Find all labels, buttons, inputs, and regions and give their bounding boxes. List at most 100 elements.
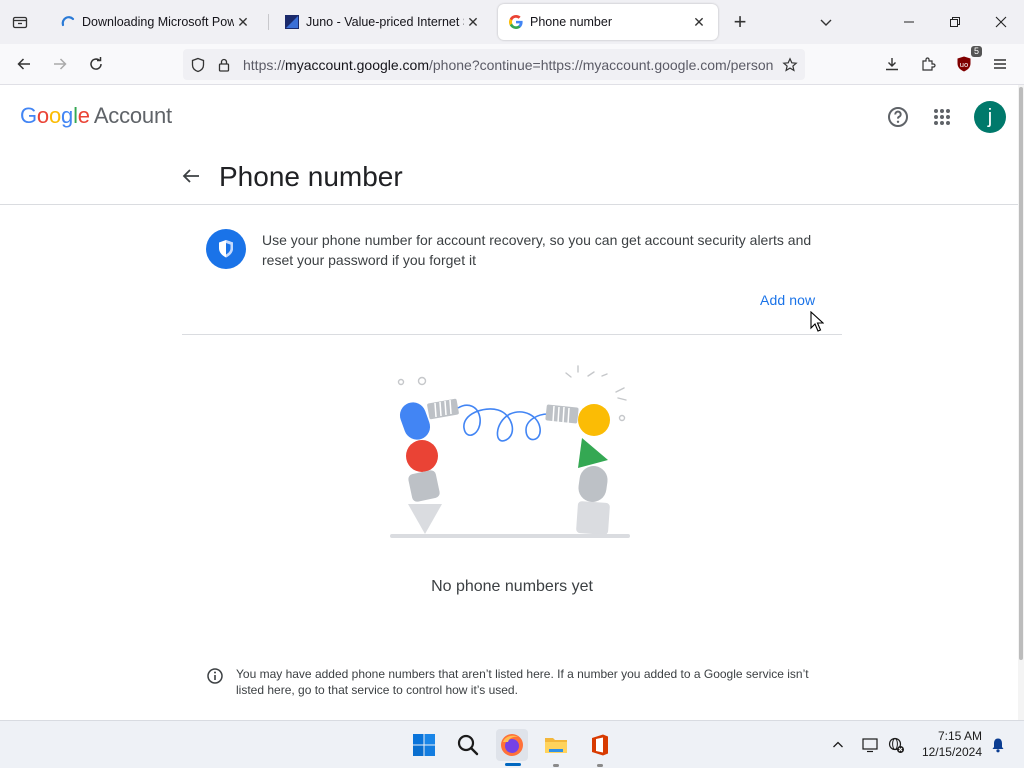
app-menu-button[interactable] [986, 50, 1014, 78]
file-explorer-running-indicator [553, 764, 559, 767]
monitor-icon [862, 738, 878, 753]
bookmark-star-icon[interactable] [779, 54, 801, 76]
close-tab-icon[interactable]: ✕ [234, 13, 252, 31]
ublock-origin-extension-button[interactable]: uo 5 [950, 46, 982, 78]
back-to-personal-info-button[interactable] [178, 163, 204, 189]
url-text[interactable]: https://myaccount.google.com/phone?conti… [243, 57, 773, 73]
tab-title: Phone number [530, 15, 613, 29]
page-title-bar: Phone number [0, 149, 1018, 205]
arrow-right-icon [54, 58, 67, 70]
apps-grid-icon [934, 109, 950, 125]
extensions-button[interactable] [914, 50, 942, 78]
close-tab-icon[interactable]: ✕ [464, 13, 482, 31]
tab-separator [268, 14, 269, 30]
minimize-icon [904, 21, 914, 23]
google-g-icon [508, 14, 524, 30]
restore-icon [950, 17, 960, 27]
notification-bell-icon [992, 738, 1004, 753]
start-button[interactable] [408, 729, 440, 761]
arrow-left-icon [17, 58, 30, 70]
tabs-dropdown-button[interactable] [814, 10, 838, 34]
tracking-protection-shield-icon[interactable] [187, 54, 209, 76]
page-scrollbar[interactable] [1018, 85, 1024, 720]
url-scheme: https:// [243, 56, 286, 73]
tab-juno[interactable]: Juno - Value-priced Internet Service ✕ [274, 4, 492, 40]
taskbar-clock[interactable]: 7:15 AM 12/15/2024 [912, 728, 982, 760]
footnote-text: You may have added phone numbers that ar… [236, 667, 809, 697]
security-shield-icon [206, 229, 246, 269]
display-tray-button[interactable] [858, 733, 882, 757]
account-label: Account [93, 103, 172, 128]
close-tab-icon[interactable]: ✕ [690, 13, 708, 31]
close-window-button[interactable] [978, 0, 1024, 44]
reload-icon [90, 57, 102, 70]
google-apps-button[interactable] [930, 105, 954, 129]
scrollbar-thumb[interactable] [1019, 87, 1023, 660]
network-volume-tray-button[interactable] [884, 733, 908, 757]
tab-downloading-powerpoint[interactable]: Downloading Microsoft PowerPoint ✕ [50, 4, 262, 40]
notifications-button[interactable] [986, 733, 1010, 757]
google-account-header: Google Account j [0, 85, 1018, 149]
phone-recovery-info-card: Use your phone number for account recove… [182, 205, 842, 335]
minimize-button[interactable] [886, 0, 932, 44]
juno-icon [284, 14, 300, 30]
mouse-pointer-icon [810, 311, 824, 332]
list-all-tabs-button[interactable] [6, 8, 34, 36]
windows-taskbar: 7:15 AM 12/15/2024 [0, 720, 1024, 768]
tab-list-icon [12, 16, 28, 29]
clock-date: 12/15/2024 [921, 745, 982, 759]
url-path: /phone?continue=https://myaccount.google… [429, 56, 773, 73]
help-button[interactable] [886, 105, 910, 129]
download-icon [886, 58, 898, 71]
taskbar-firefox[interactable] [496, 729, 528, 761]
reload-button[interactable] [82, 50, 110, 78]
chevron-down-icon [820, 19, 832, 26]
google-wordmark: Google [20, 103, 90, 128]
navigation-toolbar: https://myaccount.google.com/phone?conti… [0, 44, 1024, 85]
taskbar-file-explorer[interactable] [540, 729, 572, 761]
tab-title: Juno - Value-priced Internet Service [306, 15, 464, 29]
taskbar-search-button[interactable] [452, 729, 484, 761]
page-title: Phone number [219, 161, 403, 192]
clock-time: 7:15 AM [937, 729, 982, 743]
restore-button[interactable] [932, 0, 978, 44]
address-bar[interactable]: https://myaccount.google.com/phone?conti… [183, 49, 805, 80]
search-icon [457, 734, 479, 756]
url-host: myaccount.google.com [285, 56, 429, 73]
empty-state-text: No phone numbers yet [431, 578, 593, 595]
office-running-indicator [597, 764, 603, 767]
hamburger-menu-icon [994, 59, 1006, 69]
microsoft-loading-icon [60, 14, 76, 30]
svg-text:uo: uo [960, 61, 969, 69]
downloads-button[interactable] [878, 50, 906, 78]
google-account-logo[interactable]: Google Account [20, 103, 172, 129]
empty-state-message: No phone numbers yet [0, 578, 1024, 596]
chevron-up-icon [833, 741, 843, 748]
file-explorer-icon [545, 738, 567, 753]
no-internet-globe-icon [888, 737, 904, 753]
puzzle-icon [922, 57, 936, 71]
tab-strip: Downloading Microsoft PowerPoint ✕ Juno … [0, 0, 1024, 44]
back-button[interactable] [10, 50, 38, 78]
ublock-shield-icon: uo [957, 56, 971, 72]
account-avatar[interactable]: j [974, 101, 1006, 133]
extension-count-badge: 5 [970, 46, 982, 57]
arrow-back-icon [182, 169, 199, 183]
close-icon [995, 16, 1007, 28]
help-circle-icon [888, 107, 908, 127]
new-tab-button[interactable]: + [728, 9, 752, 34]
add-phone-now-link[interactable]: Add now [760, 292, 815, 308]
office-icon [592, 734, 608, 756]
firefox-running-indicator [505, 763, 521, 766]
info-icon [207, 668, 223, 684]
lock-icon[interactable] [213, 54, 235, 76]
taskbar-office[interactable] [584, 729, 616, 761]
empty-state-illustration [390, 365, 630, 538]
show-hidden-icons-button[interactable] [826, 733, 850, 757]
windows-start-icon [413, 734, 435, 756]
recovery-info-text: Use your phone number for account recove… [262, 232, 812, 268]
forward-button[interactable] [46, 50, 74, 78]
tab-phone-number[interactable]: Phone number ✕ [498, 4, 718, 40]
firefox-icon [501, 734, 523, 756]
tab-title: Downloading Microsoft PowerPoint [82, 15, 234, 29]
